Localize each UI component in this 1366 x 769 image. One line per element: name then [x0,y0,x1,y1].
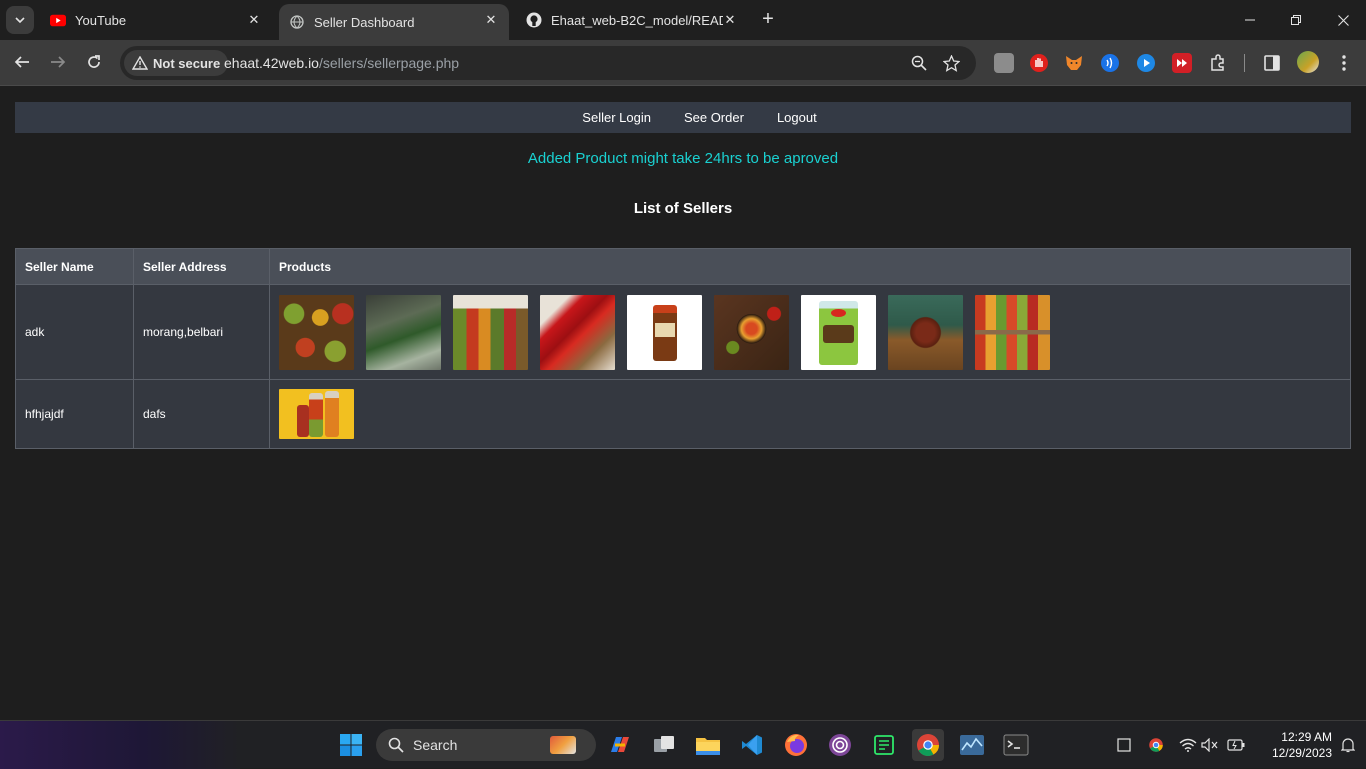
metamask-fox-icon[interactable] [1064,53,1084,73]
puzzle-icon[interactable] [1208,53,1228,73]
tray-chrome-icon[interactable] [1146,735,1166,755]
seller-address-cell: dafs [133,379,270,449]
nav-see-order[interactable]: See Order [684,110,744,125]
file-explorer-icon[interactable] [692,729,724,761]
extension-gray-icon[interactable] [994,53,1014,73]
back-arrow-icon[interactable] [12,52,32,72]
table-row: adk morang,belbari [15,284,1351,380]
browser-toolbar: Not secure ehaat.42web.io/sellers/seller… [0,40,1366,86]
nav-logout[interactable]: Logout [777,110,817,125]
tab-search-button[interactable] [6,6,34,34]
seller-address-cell: morang,belbari [133,284,270,380]
forward-arrow-icon[interactable] [48,52,68,72]
site-navbar: Seller Login See Order Logout [15,102,1351,133]
close-icon[interactable]: ✕ [246,12,262,28]
products-cell [269,379,1351,449]
side-panel-icon[interactable] [1262,53,1282,73]
minimize-icon[interactable] [1240,10,1260,30]
globe-icon [289,14,305,30]
products-cell [269,284,1351,380]
tab-title: Ehaat_web-B2C_model/READM [551,12,723,28]
seller-name-cell: adk [15,284,134,380]
address-bar[interactable]: Not secure ehaat.42web.io/sellers/seller… [120,46,976,80]
table-header-row: Seller Name Seller Address Products [15,248,1351,285]
taskbar-wallpaper-glow [0,721,240,769]
page-content: Seller Login See Order Logout Added Prod… [0,87,1366,720]
tab-github-readme[interactable]: Ehaat_web-B2C_model/READM ✕ [516,4,748,36]
product-image-spice-bowls[interactable] [714,294,789,370]
product-image-pickle-container[interactable] [801,294,876,370]
tab-seller-dashboard[interactable]: Seller Dashboard ✕ [279,4,509,40]
product-image-cucumbers[interactable] [366,294,441,370]
extension-red-forward-icon[interactable] [1172,53,1192,73]
zoom-icon[interactable] [910,54,928,72]
sellers-table: Seller Name Seller Address Products adk … [15,248,1351,449]
more-menu-icon[interactable] [1334,53,1354,73]
vscode-icon[interactable] [736,729,768,761]
new-tab-button[interactable]: + [758,9,778,30]
avatar[interactable] [1297,51,1319,73]
wifi-icon[interactable] [1178,735,1198,755]
security-chip[interactable]: Not secure [124,50,229,76]
bookmark-star-icon[interactable] [942,54,960,72]
close-icon[interactable]: ✕ [722,12,738,28]
nav-seller-login[interactable]: Seller Login [582,110,651,125]
youtube-icon [50,12,66,28]
header-seller-address: Seller Address [133,248,270,285]
search-icon [388,737,404,753]
tor-browser-icon[interactable] [824,729,856,761]
extension-blue-sound-icon[interactable] [1100,53,1120,73]
header-seller-name: Seller Name [15,248,134,285]
battery-icon[interactable] [1226,735,1246,755]
search-label: Search [413,737,458,753]
tray-app-icon[interactable] [1114,735,1134,755]
close-window-icon[interactable] [1333,10,1353,30]
task-view-icon[interactable] [648,729,680,761]
reload-icon[interactable] [84,52,104,72]
copilot-icon[interactable] [604,729,636,761]
toolbar-divider [1244,54,1245,72]
green-monitor-app-icon[interactable] [868,729,900,761]
system-clock[interactable]: 12:29 AM 12/29/2023 [1252,729,1332,761]
restore-icon[interactable] [1286,10,1306,30]
product-image-jar-shelves[interactable] [975,294,1050,370]
resource-monitor-icon[interactable] [956,729,988,761]
url-text[interactable]: ehaat.42web.io/sellers/sellerpage.php [224,55,459,71]
header-products: Products [269,248,1351,285]
taskbar-search-box[interactable]: Search [376,729,596,761]
tab-title: Seller Dashboard [314,14,415,30]
terminal-icon[interactable] [1000,729,1032,761]
security-label: Not secure [153,55,221,71]
seller-name-cell: hfhjajdf [15,379,134,449]
clock-date: 12/29/2023 [1271,746,1332,760]
close-icon[interactable]: ✕ [483,12,499,28]
url-path: /sellers/sellerpage.php [318,55,460,71]
warning-icon [132,56,148,70]
windows-start-icon[interactable] [335,729,367,761]
product-image-pickled-vegetables[interactable] [279,294,354,370]
notification-bell-icon[interactable] [1338,735,1358,755]
firefox-icon[interactable] [780,729,812,761]
github-icon [526,12,542,28]
volume-muted-icon[interactable] [1200,735,1220,755]
calendar-highlight-icon [550,736,576,754]
clock-time: 12:29 AM [1281,730,1332,744]
product-image-red-chillies[interactable] [540,294,615,370]
page-title: List of Sellers [633,200,733,217]
windows-taskbar: Search 12:29 AM 12/29/2023 [0,720,1366,769]
tab-youtube[interactable]: YouTube ✕ [40,4,272,36]
product-image-pickle-bowl[interactable] [888,294,963,370]
chevron-down-icon [15,17,25,24]
chrome-icon[interactable] [912,729,944,761]
tab-title: YouTube [75,12,127,28]
tab-strip: YouTube ✕ Seller Dashboard ✕ Ehaat_web-B… [0,0,1366,40]
product-image-pickle-jar-white[interactable] [627,294,702,370]
url-host: ehaat.42web.io [224,55,319,71]
product-image-jars-yellow[interactable] [279,389,354,439]
extension-blue-play-icon[interactable] [1136,53,1156,73]
approval-notice: Added Product might take 24hrs to be apr… [527,150,839,167]
product-image-pickle-jars[interactable] [453,294,528,370]
table-row: hfhjajdf dafs [15,379,1351,449]
extension-red-hand-icon[interactable] [1029,53,1049,73]
